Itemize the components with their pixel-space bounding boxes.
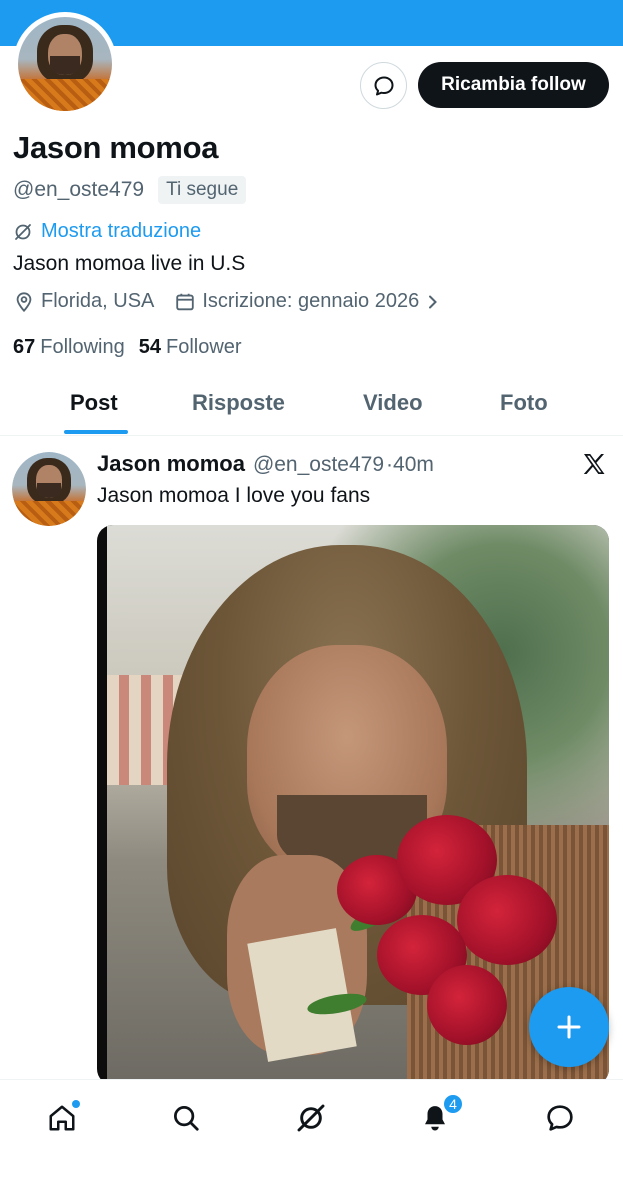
active-tab-indicator [64, 430, 128, 434]
location-text: Florida, USA [41, 290, 155, 312]
search-icon [174, 1106, 199, 1131]
profile-join-date[interactable]: Iscrizione: gennaio 2026 [174, 290, 441, 313]
home-icon [49, 1105, 75, 1131]
calendar-icon [176, 293, 195, 310]
profile-avatar[interactable] [13, 12, 117, 116]
tweet-author-name[interactable]: Jason momoa [97, 451, 245, 477]
tweet-avatar-image [12, 452, 86, 526]
plus-icon [557, 1015, 581, 1039]
tab-photo[interactable]: Foto [500, 390, 548, 416]
chevron-right-icon [429, 295, 438, 308]
join-date-text: Iscrizione: gennaio 2026 [202, 290, 420, 312]
followers-stat[interactable]: 54 Follower [139, 336, 242, 359]
following-stat[interactable]: 67 Following [13, 336, 125, 359]
tweet-timestamp[interactable]: ·40m [386, 453, 434, 477]
nav-home[interactable] [42, 1098, 82, 1138]
profile-tabs: Post Risposte Video Foto [0, 372, 623, 436]
nav-messages[interactable] [540, 1098, 580, 1138]
following-label: Following [40, 336, 125, 358]
tweet-text: Jason momoa I love you fans [97, 484, 371, 507]
nav-grok[interactable] [291, 1098, 331, 1138]
follow-back-button[interactable]: Ricambia follow [418, 62, 609, 108]
messages-icon [547, 1105, 573, 1131]
notification-badge: 4 [442, 1093, 464, 1115]
bottom-navigation: 4 [0, 1079, 623, 1199]
tweet-author-handle[interactable]: @en_oste479 [253, 453, 384, 477]
grok-icon [297, 1104, 325, 1132]
translate-icon [15, 223, 31, 240]
followers-count: 54 [138, 336, 161, 358]
profile-handle: @en_oste479 [13, 178, 145, 201]
tweet-image[interactable] [97, 525, 609, 1085]
nav-search[interactable] [166, 1098, 206, 1138]
tab-video[interactable]: Video [363, 390, 423, 416]
following-count: 67 [13, 336, 36, 358]
profile-location: Florida, USA [13, 290, 154, 313]
profile-bio: Jason momoa live in U.S [13, 252, 246, 275]
show-translation-label[interactable]: Mostra traduzione [41, 220, 201, 243]
tweet-photo [107, 525, 609, 1085]
show-translation-link[interactable]: Mostra traduzione [13, 220, 201, 243]
message-icon [374, 76, 393, 95]
x-logo-icon [582, 452, 606, 481]
avatar-image [18, 17, 112, 111]
follows-you-badge: Ti segue [158, 176, 247, 204]
message-button[interactable] [360, 62, 407, 109]
tab-post[interactable]: Post [70, 390, 118, 416]
followers-label: Follower [165, 336, 242, 358]
home-unread-dot [72, 1100, 80, 1108]
location-pin-icon [16, 291, 32, 312]
profile-name: Jason momoa [13, 130, 219, 165]
compose-button[interactable] [529, 987, 609, 1067]
tab-replies[interactable]: Risposte [192, 390, 285, 416]
tweet-avatar[interactable] [12, 452, 86, 526]
